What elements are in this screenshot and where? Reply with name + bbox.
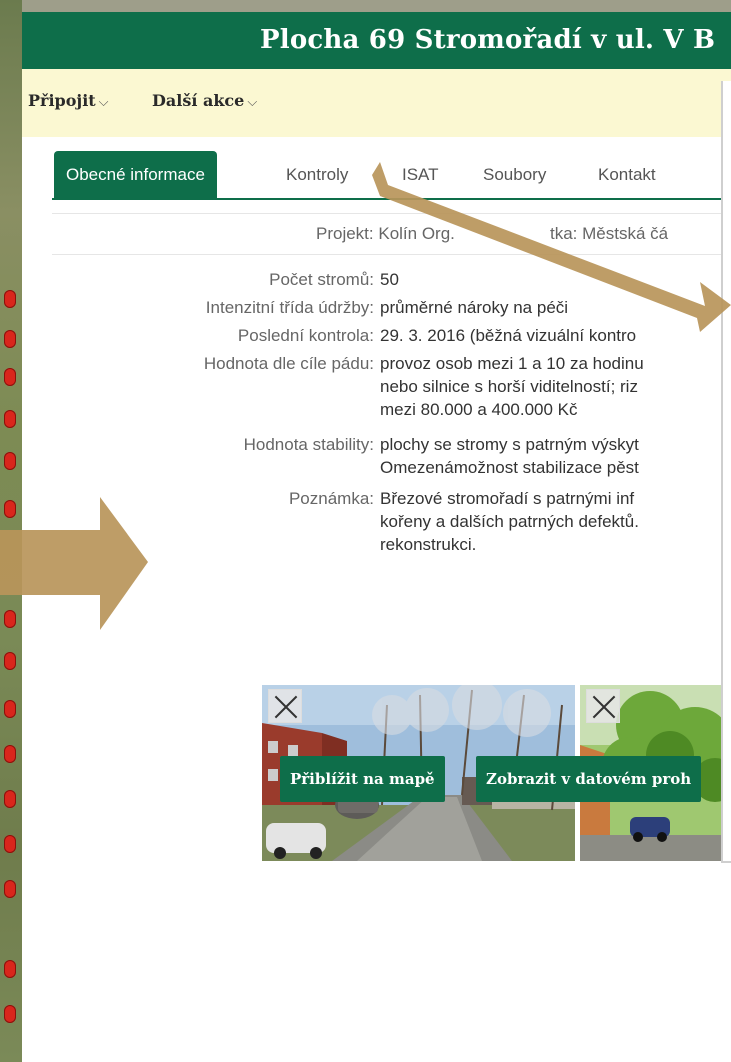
annotation-arrows xyxy=(0,162,731,630)
annotation-arrow-icon xyxy=(0,497,148,630)
annotation-arrow-icon xyxy=(372,162,731,332)
